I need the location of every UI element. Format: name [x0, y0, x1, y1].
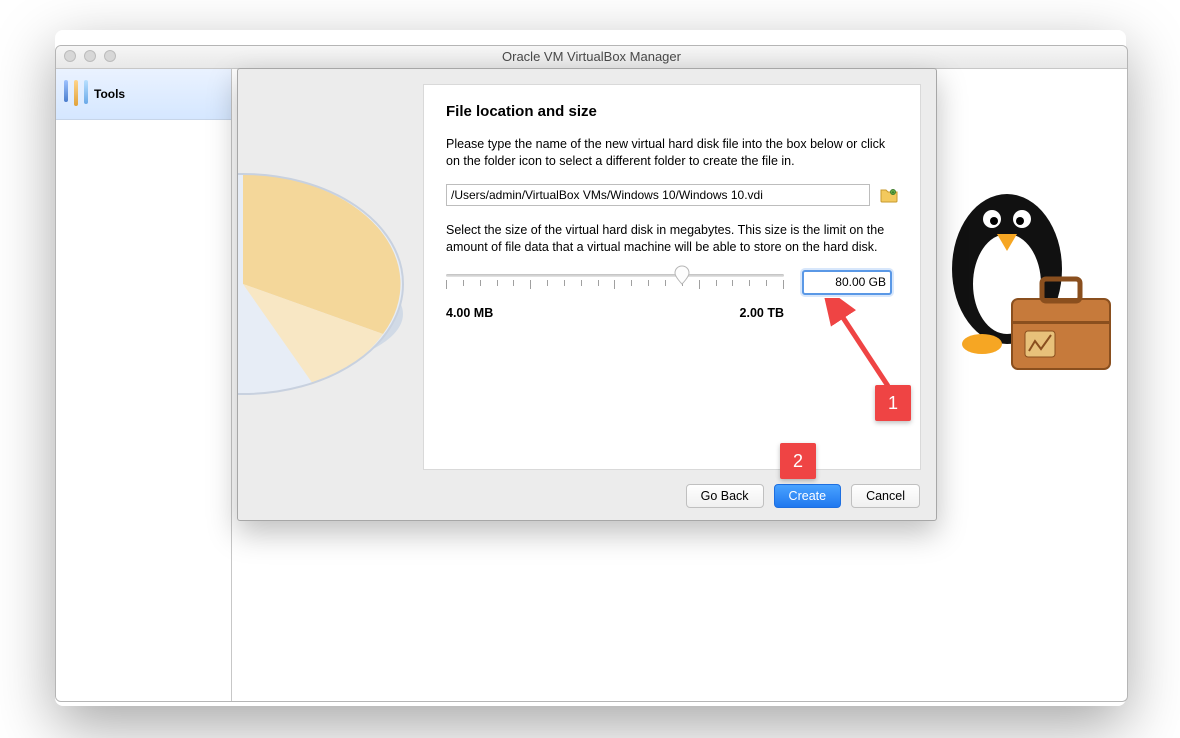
- window-controls[interactable]: [64, 50, 116, 62]
- slider-thumb-icon[interactable]: [672, 265, 692, 285]
- close-icon[interactable]: [64, 50, 76, 62]
- titlebar: Oracle VM VirtualBox Manager: [56, 46, 1127, 69]
- cancel-button[interactable]: Cancel: [851, 484, 920, 508]
- annotation-callout-2: 2: [780, 443, 816, 479]
- dialog-footer: Go Back Create Cancel: [686, 484, 920, 508]
- sidebar: Tools: [56, 69, 232, 701]
- disk-size-slider[interactable]: [446, 270, 784, 304]
- sidebar-item-tools[interactable]: Tools: [56, 69, 231, 120]
- go-back-button[interactable]: Go Back: [686, 484, 764, 508]
- minimize-icon[interactable]: [84, 50, 96, 62]
- create-disk-dialog: File location and size Please type the n…: [237, 68, 937, 521]
- slider-min-label: 4.00 MB: [446, 306, 493, 320]
- disk-size-value: 80.00 GB: [835, 275, 886, 289]
- annotation-callout-1: 1: [875, 385, 911, 421]
- browse-folder-button[interactable]: [880, 187, 898, 203]
- disk-size-input[interactable]: 80.00 GB: [802, 270, 892, 295]
- dialog-desc-1: Please type the name of the new virtual …: [446, 136, 898, 170]
- create-button[interactable]: Create: [774, 484, 842, 508]
- zoom-icon[interactable]: [104, 50, 116, 62]
- disk-illustration: [238, 94, 423, 474]
- dialog-desc-2: Select the size of the virtual hard disk…: [446, 222, 898, 256]
- folder-icon: [880, 187, 898, 203]
- dialog-body: File location and size Please type the n…: [423, 84, 921, 470]
- slider-max-label: 2.00 TB: [740, 306, 784, 320]
- file-path-input[interactable]: [446, 184, 870, 206]
- tools-icon: [64, 80, 88, 108]
- window-title: Oracle VM VirtualBox Manager: [502, 49, 681, 64]
- virtualbox-mascot-icon: [917, 159, 1117, 399]
- tools-label: Tools: [94, 87, 125, 101]
- dialog-heading: File location and size: [446, 103, 898, 120]
